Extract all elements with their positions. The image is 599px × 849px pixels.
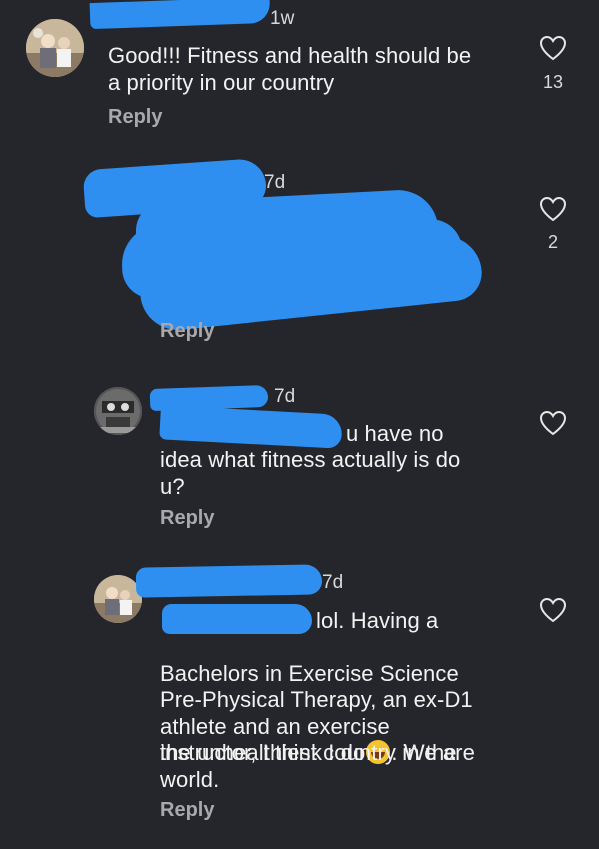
- comment-4-text-end: the unhealthiest country in the world.: [160, 740, 457, 792]
- comment-2-like-count: 2: [547, 232, 558, 252]
- comment-1-time: 1w: [270, 8, 295, 29]
- comment-1-avatar[interactable]: [26, 19, 84, 77]
- comment-3-reply-button[interactable]: Reply: [160, 507, 214, 529]
- comment-3-time: 7d: [274, 386, 296, 407]
- comment-1-text: Good!!! Fitness and health should be a p…: [108, 43, 472, 95]
- comment-4-mention-redaction: [162, 604, 312, 634]
- comment-3-text-suffix: u have no: [346, 421, 444, 446]
- comment-4-username-redaction: [135, 564, 323, 598]
- comment-1-username-redaction: [89, 0, 271, 30]
- comment-1-reply-button[interactable]: Reply: [108, 106, 162, 128]
- comment-2-heart-icon[interactable]: [539, 196, 567, 222]
- comment-3-mention-redaction: [159, 405, 343, 449]
- comment-3-text: idea what fitness actually is do u?: [160, 447, 461, 499]
- comment-4-time: 7d: [322, 572, 344, 593]
- comment-2-time: 7d: [264, 172, 286, 193]
- comment-4-heart-icon[interactable]: [539, 597, 567, 623]
- comment-1-like-count: 13: [542, 72, 564, 92]
- comment-4-text-first: lol. Having a: [316, 608, 439, 633]
- comment-3-avatar[interactable]: [94, 387, 142, 435]
- comment-1-heart-icon[interactable]: [539, 35, 567, 61]
- comment-4-avatar[interactable]: [94, 575, 142, 623]
- comment-4-reply-button[interactable]: Reply: [160, 799, 214, 821]
- comment-3-heart-icon[interactable]: [539, 410, 567, 436]
- comment-2-reply-button[interactable]: Reply: [160, 320, 214, 342]
